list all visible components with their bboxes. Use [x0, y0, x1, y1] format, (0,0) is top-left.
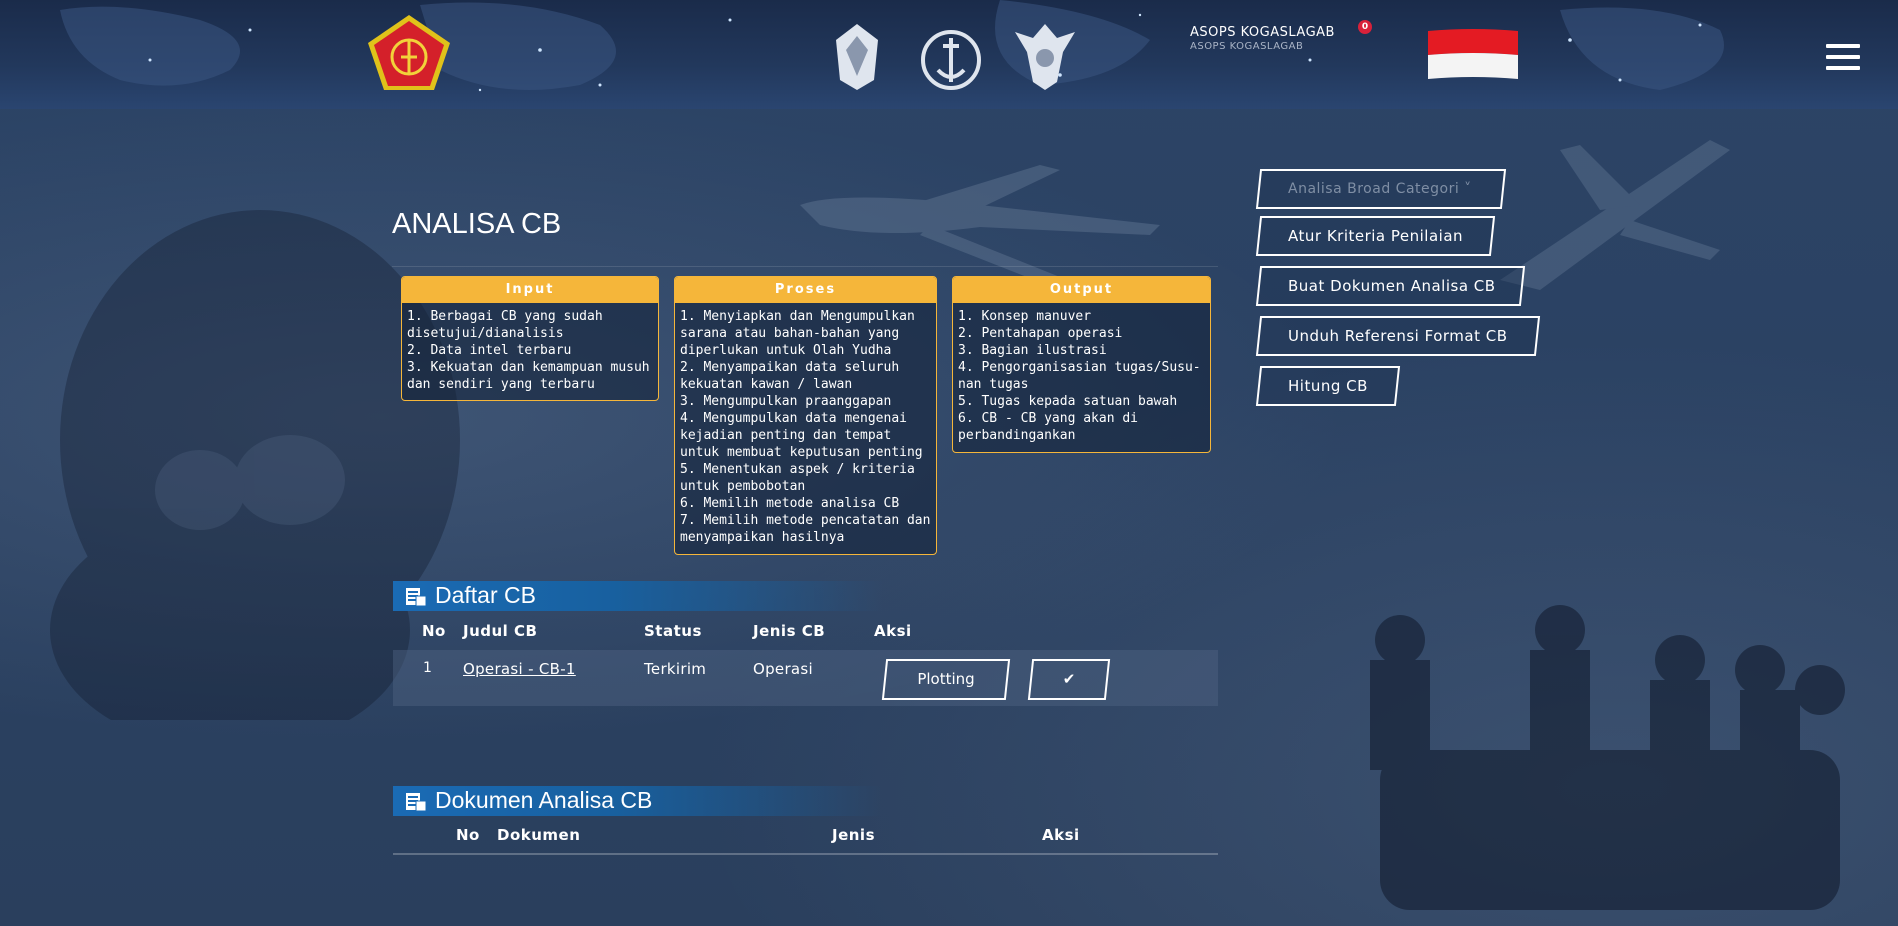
col-header-status: Status: [644, 622, 702, 640]
doc-col-jenis: Jenis: [832, 826, 876, 844]
navy-emblem: [921, 30, 981, 90]
row-jenis: Operasi: [753, 660, 813, 678]
daftar-cb-title: Daftar CB: [435, 582, 536, 608]
dokumen-analisa-header: Dokumen Analisa CB: [393, 786, 883, 816]
indonesia-flag-icon[interactable]: [1428, 29, 1518, 81]
proses-item: 4. Mengumpulkan data mengenai kejadian p…: [680, 411, 923, 460]
dokumen-table-divider: [393, 853, 1218, 855]
list-document-icon: [406, 588, 427, 607]
title-divider: [392, 266, 1218, 267]
input-card-title: Input: [402, 277, 658, 303]
tni-logo: [368, 15, 450, 90]
approve-button[interactable]: ✔: [1027, 659, 1111, 700]
army-emblem: [836, 24, 878, 90]
page-title: ANALISA CB: [392, 208, 562, 240]
input-item: 3. Kekuatan dan kemampuan musuh dan send…: [407, 360, 650, 392]
output-item: 1. Konsep manuver: [958, 309, 1092, 324]
output-card-title: Output: [953, 277, 1210, 303]
menu-icon[interactable]: [1826, 44, 1860, 72]
proses-item: 1. Menyiapkan dan Mengumpulkan sarana at…: [680, 309, 915, 358]
user-name[interactable]: ASOPS KOGASLAGAB: [1190, 25, 1335, 40]
unduh-referensi-button[interactable]: Unduh Referensi Format CB: [1255, 316, 1541, 356]
list-document-icon: [406, 793, 427, 812]
buat-dokumen-label: Buat Dokumen Analisa CB: [1288, 277, 1496, 295]
output-item: 4. Pengorganisasian tugas/Susu-nan tugas: [958, 360, 1201, 392]
broad-category-label: Analisa Broad Categori ˅: [1288, 181, 1472, 197]
buat-dokumen-button[interactable]: Buat Dokumen Analisa CB: [1255, 266, 1526, 306]
input-card: Input 1. Berbagai CB yang sudah disetuju…: [401, 276, 659, 401]
plotting-label: Plotting: [917, 670, 975, 688]
doc-col-dokumen: Dokumen: [497, 826, 581, 844]
unduh-referensi-label: Unduh Referensi Format CB: [1288, 327, 1508, 345]
input-item: 2. Data intel terbaru: [407, 343, 572, 358]
plotting-button[interactable]: Plotting: [881, 659, 1011, 700]
atur-kriteria-label: Atur Kriteria Penilaian: [1288, 227, 1464, 245]
vehicle-silhouette: [1370, 605, 1845, 910]
proses-item: 5. Menentukan aspek / kriteria untuk pem…: [680, 462, 915, 494]
dokumen-analisa-title: Dokumen Analisa CB: [435, 787, 653, 813]
doc-col-no: No: [456, 826, 480, 844]
judul-cb-link[interactable]: Operasi - CB-1: [463, 660, 576, 678]
output-item: 6. CB - CB yang akan di perbandingankan: [958, 411, 1139, 443]
doc-col-aksi: Aksi: [1042, 826, 1080, 844]
atur-kriteria-button[interactable]: Atur Kriteria Penilaian: [1255, 216, 1496, 256]
proses-item: 2. Menyampaikan data seluruh kekuatan ka…: [680, 360, 900, 392]
soldier-silhouette: [50, 210, 460, 720]
notification-badge[interactable]: 0: [1358, 20, 1372, 34]
daftar-cb-header: Daftar CB: [393, 581, 883, 611]
proses-card-title: Proses: [675, 277, 936, 303]
output-card: Output 1. Konsep manuver 2. Pentahapan o…: [952, 276, 1211, 453]
check-icon: ✔: [1062, 670, 1076, 688]
proses-item: 6. Memilih metode analisa CB: [680, 496, 900, 511]
hitung-cb-label: Hitung CB: [1288, 377, 1368, 395]
input-item: 1. Berbagai CB yang sudah disetujui/dian…: [407, 309, 603, 341]
airforce-emblem: [1015, 24, 1075, 90]
hitung-cb-button[interactable]: Hitung CB: [1255, 366, 1401, 406]
output-item: 3. Bagian ilustrasi: [958, 343, 1107, 358]
proses-card: Proses 1. Menyiapkan dan Mengumpulkan sa…: [674, 276, 937, 555]
row-no: 1: [423, 660, 433, 676]
top-header: ASOPS KOGASLAGAB ASOPS KOGASLAGAB 0: [0, 0, 1898, 109]
output-item: 5. Tugas kepada satuan bawah: [958, 394, 1178, 409]
col-header-no: No: [422, 622, 446, 640]
col-header-jenis: Jenis CB: [753, 622, 826, 640]
proses-item: 7. Memilih metode pencatatan dan menyamp…: [680, 513, 931, 545]
col-header-aksi: Aksi: [874, 622, 912, 640]
broad-category-dropdown[interactable]: Analisa Broad Categori ˅: [1255, 169, 1507, 209]
row-judul-link[interactable]: Operasi - CB-1: [463, 660, 576, 678]
row-status: Terkirim: [644, 660, 707, 678]
output-item: 2. Pentahapan operasi: [958, 326, 1123, 341]
user-role: ASOPS KOGASLAGAB: [1190, 41, 1304, 52]
proses-item: 3. Mengumpulkan praanggapan: [680, 394, 892, 409]
col-header-judul: Judul CB: [463, 622, 538, 640]
